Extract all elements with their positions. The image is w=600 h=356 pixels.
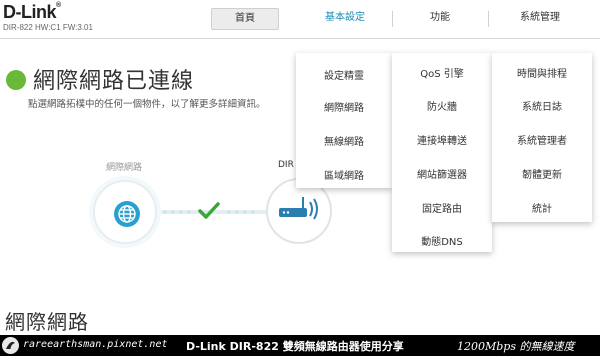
menu-item-internet[interactable]: 網際網路 (296, 99, 392, 114)
nav-functions[interactable]: 功能 (394, 8, 486, 30)
menu-item-firmware-update[interactable]: 韌體更新 (492, 166, 592, 181)
menu-item-static-route[interactable]: 固定路由 (392, 200, 492, 215)
menu-item-statistics[interactable]: 統計 (492, 200, 592, 215)
nav-home[interactable]: 首頁 (211, 8, 279, 30)
nav-divider (488, 11, 489, 27)
top-header: D-Link® DIR-822 HW:C1 FW:3.01 首頁 基本設定 功能… (0, 0, 600, 45)
internet-section-title: 網際網路 (5, 310, 89, 334)
menu-item-dynamic-dns[interactable]: 動態DNS (392, 233, 492, 248)
menu-item-port-forwarding[interactable]: 連接埠轉送 (392, 132, 492, 147)
menu-item-lan[interactable]: 區域網路 (296, 167, 392, 182)
internet-node-label: 網際網路 (106, 163, 143, 173)
nav-basic-settings[interactable]: 基本設定 (300, 8, 390, 30)
dlink-logo[interactable]: D-Link® (3, 2, 61, 23)
menu-item-website-filter[interactable]: 網站篩選器 (392, 166, 492, 181)
status-description: 點選網路拓樸中的任何一個物件，以了解更多詳細資訊。 (28, 99, 266, 110)
blog-title: D-Link DIR-822 雙頻無線路由器使用分享 (186, 340, 404, 353)
connection-status-title: 網際網路已連線 (33, 69, 195, 94)
router-icon (279, 197, 318, 220)
menu-item-wireless[interactable]: 無線網路 (296, 133, 392, 148)
menu-item-system-log[interactable]: 系統日誌 (492, 98, 592, 113)
router-node-label: DIR (278, 160, 294, 170)
internet-node[interactable] (93, 180, 157, 244)
blog-logo-icon (2, 337, 19, 354)
menu-item-qos[interactable]: QoS 引擎 (392, 65, 492, 80)
watermark-banner: rareearthsman.pixnet.net D-Link DIR-822 … (0, 335, 600, 356)
blog-url: rareearthsman.pixnet.net (23, 339, 168, 350)
system-management-menu: 時間與排程 系統日誌 系統管理者 韌體更新 統計 (492, 53, 592, 222)
menu-item-setup-wizard[interactable]: 設定精靈 (296, 67, 392, 82)
model-info: DIR-822 HW:C1 FW:3.01 (3, 23, 93, 32)
globe-icon (118, 205, 136, 223)
nav-system-management[interactable]: 系統管理 (490, 8, 590, 30)
connection-status-icon (6, 70, 26, 90)
menu-item-time-schedule[interactable]: 時間與排程 (492, 65, 592, 80)
menu-item-admin[interactable]: 系統管理者 (492, 132, 592, 147)
header-divider (0, 38, 600, 39)
connected-check-icon (198, 202, 220, 219)
nav-divider (392, 11, 393, 27)
menu-item-firewall[interactable]: 防火牆 (392, 98, 492, 113)
blog-logo-mark (6, 341, 15, 349)
globe-icon-bg (114, 201, 140, 227)
functions-menu: QoS 引擎 防火牆 連接埠轉送 網站篩選器 固定路由 動態DNS (392, 53, 492, 252)
basic-settings-menu: 設定精靈 網際網路 無線網路 區域網路 (296, 53, 392, 188)
speed-caption: 1200Mbps 的無線速度 (457, 340, 575, 353)
